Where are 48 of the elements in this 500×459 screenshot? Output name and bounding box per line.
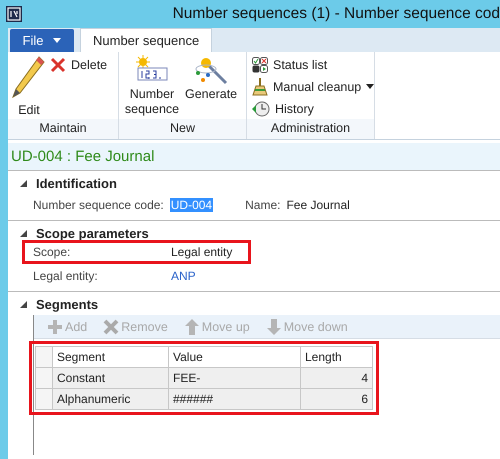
- down-arrow-icon: [266, 318, 282, 334]
- field-value[interactable]: Legal entity: [171, 245, 232, 259]
- record-title: UD-004 : Fee Journal: [11, 148, 154, 165]
- up-arrow-icon: [184, 318, 200, 334]
- table-cell: FEE-: [168, 368, 300, 388]
- section-title: Segments: [36, 297, 98, 312]
- delete-icon: [50, 56, 66, 73]
- pencil-icon: [12, 54, 46, 101]
- x-icon: [103, 318, 120, 334]
- broom-icon: [252, 78, 268, 96]
- status-list-icon: [252, 56, 268, 73]
- group-label: Administration: [247, 118, 374, 139]
- collapse-toggle[interactable]: [19, 300, 28, 309]
- table-cell: 6: [300, 388, 372, 410]
- ribbon-button[interactable]: Generate: [185, 54, 238, 102]
- ribbon-button[interactable]: Edit: [12, 54, 46, 118]
- ribbon-button[interactable]: Number sequence: [123, 54, 181, 117]
- field-label: Legal entity:: [33, 269, 99, 283]
- column-header[interactable]: Value: [168, 346, 300, 368]
- field-label: Name:: [245, 198, 280, 212]
- field-label: Number sequence code:: [33, 198, 164, 212]
- ribbon-button[interactable]: History: [252, 98, 314, 119]
- plus-icon: [47, 318, 63, 334]
- table-cell: 4: [300, 368, 372, 388]
- section-title: Identification: [36, 176, 117, 191]
- table-cell: ######: [168, 388, 300, 410]
- column-header[interactable]: Length: [300, 346, 372, 368]
- ribbon-button[interactable]: Status list: [252, 54, 328, 75]
- field-link[interactable]: ANP: [171, 269, 196, 283]
- history-icon: [252, 100, 270, 117]
- collapse-toggle[interactable]: [19, 179, 28, 188]
- collapse-toggle[interactable]: [19, 229, 28, 238]
- caret-icon: [366, 84, 374, 90]
- ribbon-tab[interactable]: Number sequence: [80, 28, 212, 52]
- field-value[interactable]: Fee Journal: [286, 198, 350, 212]
- group-label: New: [119, 118, 246, 139]
- window-title: Number sequences (1) - Number sequence cod: [172, 4, 500, 23]
- table-cell: Constant: [52, 368, 168, 388]
- menu-button[interactable]: Manual cleanup: [252, 76, 374, 97]
- field-label: Scope:: [33, 245, 72, 259]
- app-icon: [6, 6, 22, 22]
- caret-icon: [53, 38, 62, 43]
- ribbon-button[interactable]: Delete: [50, 54, 108, 75]
- table-cell: Alphanumeric: [52, 388, 168, 410]
- file-menu-tab[interactable]: File: [10, 28, 74, 52]
- group-label: Maintain: [8, 118, 118, 139]
- section-title: Scope parameters: [36, 226, 149, 241]
- column-header[interactable]: Segment: [52, 346, 168, 368]
